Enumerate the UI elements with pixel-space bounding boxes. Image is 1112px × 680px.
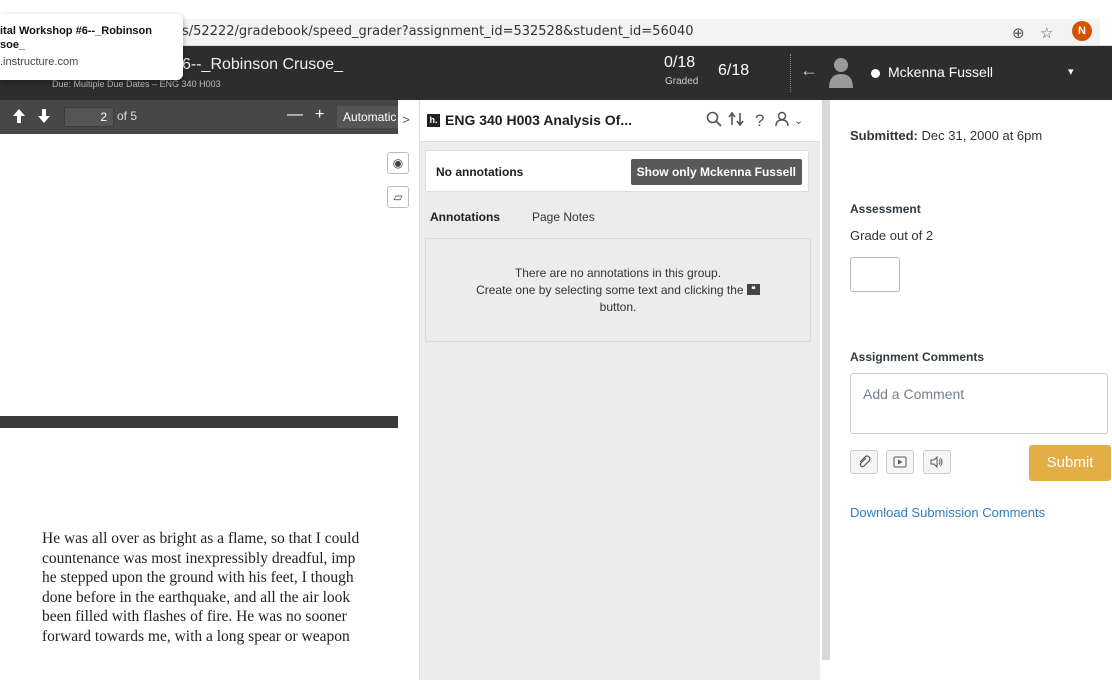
chevron-down-icon[interactable]: ⌄ [794,114,803,127]
page-note-icon[interactable]: ▱ [387,186,409,208]
pdf-page [0,134,398,416]
collapse-sidebar-icon[interactable]: > [398,112,414,127]
no-annotations-card: No annotations Show only Mckenna Fussell [425,150,809,192]
student-index: 6/18 [718,62,750,79]
zoom-out-button[interactable]: — [287,106,303,124]
empty-line-with-icon: Create one by selecting some text and cl… [426,282,810,299]
tooltip-domain: .instructure.com [0,56,79,68]
text-line: done before in the earthquake, and all t… [42,588,351,606]
student-avatar-icon [829,58,853,88]
assignment-title[interactable]: 6--_Robinson Crusoe_ [182,56,343,74]
bookmark-star-icon[interactable]: ☆ [1040,24,1053,42]
sort-icon[interactable] [728,111,744,127]
url-text[interactable]: s/52222/gradebook/speed_grader?assignmen… [182,24,694,39]
zoom-icon[interactable]: ⊕ [1012,24,1025,42]
arrow-up-icon[interactable] [12,108,26,124]
student-status-dot [871,69,880,78]
text-line: he stepped upon the ground with his feet… [42,569,354,586]
annotate-quote-icon: ❝ [746,284,760,295]
graded-label: Graded [665,76,699,87]
header-divider [790,54,791,92]
annotation-topbar: h. ENG 340 H003 Analysis Of... ? ⌄ [420,100,820,142]
submission-info: Submitted: Dec 31, 2000 at 6pm [850,128,1042,143]
tooltip-title: ital Workshop #6--_Robinson [0,25,152,37]
zoom-in-button[interactable]: + [315,106,324,124]
text-line: He was all over as bright as a flame, so… [42,530,360,547]
empty-line: There are no annotations in this group. [514,266,722,280]
page-count: of 5 [117,109,138,123]
grade-input[interactable] [850,257,900,292]
annotation-sidebar: > h. ENG 340 H003 Analysis Of... ? ⌄ ◉ ▱… [387,100,820,680]
group-name[interactable]: ENG 340 H003 Analysis Of... [445,112,632,128]
hypothesis-logo-icon[interactable]: h. [427,114,440,127]
pdf-toolbar: 2 of 5 — + Automatic [0,100,398,134]
audio-comment-icon[interactable] [923,450,951,474]
help-icon[interactable]: ? [755,111,764,131]
text-line: forward towards me, with a long spear or… [42,627,350,645]
student-dropdown-icon[interactable]: ▾ [1068,65,1074,78]
panel-resize-handle[interactable] [822,100,830,660]
user-icon[interactable] [774,111,790,127]
submitted-label: Submitted: [850,128,918,143]
download-comments-link[interactable]: Download Submission Comments [850,505,1045,520]
show-only-student-button[interactable]: Show only Mckenna Fussell [630,159,802,185]
grade-label: Grade out of 2 [850,228,934,243]
comment-input[interactable]: Add a Comment [850,373,1108,434]
search-icon[interactable] [706,111,722,127]
tab-annotations[interactable]: Annotations [430,210,500,224]
tab-page-notes[interactable]: Page Notes [532,210,595,224]
empty-line: button. [599,300,637,314]
media-comment-icon[interactable] [886,450,914,474]
no-annotations-text: No annotations [436,165,524,179]
zoom-select[interactable]: Automatic [337,106,398,128]
eye-icon[interactable]: ◉ [387,152,409,174]
attach-file-icon[interactable] [850,450,878,474]
submit-comment-button[interactable]: Submit [1029,445,1111,481]
page-separator [0,416,398,428]
tab-tooltip: ital Workshop #6--_Robinson soe_ .instru… [0,14,183,80]
comments-heading: Assignment Comments [850,350,985,364]
text-line: been filled with flashes of fire. He was… [42,608,347,625]
graded-count: 0/18 [664,54,696,71]
assessment-heading: Assessment [850,202,921,216]
profile-avatar[interactable]: N [1072,21,1092,41]
empty-line: Create one by selecting some text and cl… [476,283,744,297]
assignment-subtitle: Due: Multiple Due Dates – ENG 340 H003 [52,79,221,89]
arrow-down-icon[interactable] [37,108,51,124]
empty-annotations-message: There are no annotations in this group. … [425,238,811,342]
text-line: countenance was most inexpressibly dread… [42,549,356,567]
grading-panel: Submitted: Dec 31, 2000 at 6pm Assessmen… [830,100,1112,680]
pdf-text: He was all over as bright as a flame, so… [42,529,398,646]
prev-student-arrow-icon[interactable]: ← [800,60,818,81]
student-name[interactable]: Mckenna Fussell [888,64,993,80]
page-number-input[interactable]: 2 [64,107,114,127]
pdf-page: He was all over as bright as a flame, so… [0,428,398,680]
submitted-date: Dec 31, 2000 at 6pm [921,128,1043,143]
